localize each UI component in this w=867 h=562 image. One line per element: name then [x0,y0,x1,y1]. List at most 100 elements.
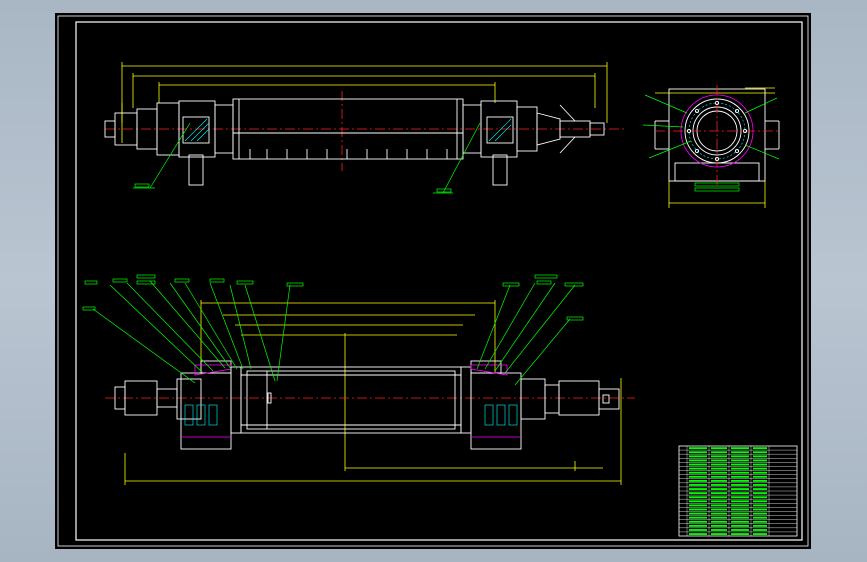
title-block-cell-text [689,455,707,458]
title-block-cell-text [689,463,707,466]
title-block-cell-text [753,455,767,458]
title-block-cell-text [731,475,749,478]
title-block-cell-text [753,479,767,482]
title-block-cell-text [731,516,749,519]
title-block-cell-text [711,504,727,507]
title-block-cell-text [711,500,727,503]
title-block-cell-text [753,488,767,490]
title-block-cell-text [731,512,749,515]
cad-viewport[interactable] [55,13,811,549]
title-block-cell-text [753,533,767,535]
title-block-cell-text [711,447,727,450]
title-block-cell-text [711,492,727,495]
top-view-callouts [133,122,481,194]
title-block-cell-text [711,520,727,523]
title-block-cell-text [689,533,707,535]
title-block-cell-text [689,467,707,470]
title-block-cell-text [711,533,727,535]
title-block-cell-text [689,475,707,478]
title-block-cell-text [753,447,767,450]
title-block-cell-text [731,533,749,535]
title-block-cell-text [731,520,749,523]
title-block-cell-text [711,488,727,490]
title-block-cell-text [689,524,707,527]
title-block-cell-text [753,471,767,474]
title-block-cell-text [689,500,707,503]
title-block-cell-text [731,479,749,482]
title-block-cell-text [753,512,767,515]
title-block-cell-text [711,459,727,462]
title-block-cell-text [731,451,749,454]
title-block-cell-text [689,508,707,511]
title-block-cell-text [753,492,767,495]
section-view-right-shaft [520,378,620,420]
title-block-cell-text [711,524,727,527]
title-block[interactable] [678,445,798,537]
title-block-cell-text [689,496,707,499]
title-block-cell-text [689,488,707,490]
title-block-cell-text [731,459,749,462]
section-view-right-bearing [460,360,522,450]
title-block-cell-text [731,492,749,495]
title-block-cell-text [731,463,749,466]
title-block-cell-text [711,467,727,470]
top-view-left-bearing [178,100,234,186]
title-block-cell-text [731,504,749,507]
title-block-cell-text [711,463,727,466]
title-block-cell-text [753,467,767,470]
title-block-cell-text [753,508,767,511]
title-block-cell-text [689,504,707,507]
title-block-cell-text [753,463,767,466]
top-view-right-bearing [462,100,518,186]
title-block-cell-text [689,529,707,531]
title-block-cell-text [689,451,707,454]
section-view-left-shaft [114,378,202,420]
title-block-cell-text [689,516,707,519]
title-block-cell-text [731,488,749,490]
title-block-cell-text [753,500,767,503]
top-view[interactable] [104,62,625,194]
title-block-cell-text [689,447,707,450]
title-block-cell-text [711,508,727,511]
title-block-cell-text [753,475,767,478]
title-block-cell-text [731,500,749,503]
title-block-cell-text [731,529,749,531]
title-block-cell-text [731,467,749,470]
title-block-cell-text [753,459,767,462]
title-block-cell-text [753,524,767,527]
title-block-cell-text [689,471,707,474]
section-view-left-bearing [180,360,242,450]
engineering-drawing [57,15,809,547]
title-block-cell-text [711,475,727,478]
title-block-cell-text [731,447,749,450]
title-block-cell-text [731,471,749,474]
title-block-cell-text [753,496,767,499]
title-block-cell-text [711,529,727,531]
title-block-cell-text [711,484,727,486]
title-block-cell-text [731,484,749,486]
title-block-cell-text [731,524,749,527]
title-block-cell-text [753,484,767,486]
title-block-cell-text [689,479,707,482]
section-view-dimensions [124,300,622,485]
title-block-cell-text [689,520,707,523]
title-block-cell-text [689,484,707,486]
title-block-cell-text [753,520,767,523]
title-block-cell-text [711,455,727,458]
title-block-cell-text [731,508,749,511]
end-view[interactable] [642,85,780,208]
title-block-cell-text [689,492,707,495]
section-view-callouts [82,274,584,386]
title-block-cell-text [753,516,767,519]
title-block-cell-text [711,512,727,515]
title-block-cell-text [711,516,727,519]
title-block-cell-text [711,451,727,454]
title-block-cell-text [711,479,727,482]
title-block-cell-text [711,471,727,474]
title-block-cell-text [711,496,727,499]
title-block-cell-text [689,512,707,515]
title-block-cell-text [731,455,749,458]
title-block-cell-text [753,451,767,454]
section-view[interactable] [82,274,635,485]
title-block-cell-text [689,459,707,462]
